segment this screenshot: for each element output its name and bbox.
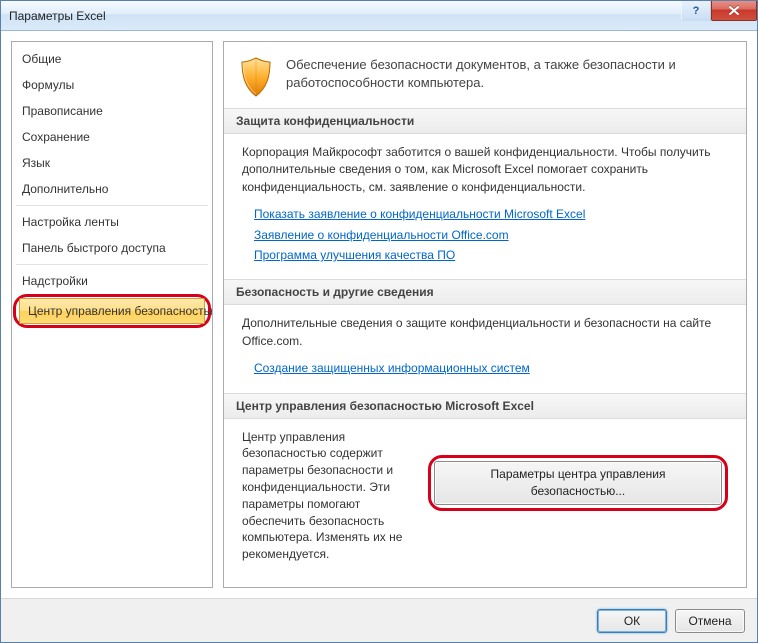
nav-general[interactable]: Общие: [12, 46, 212, 72]
nav-trust-center[interactable]: Центр управления безопасностью: [19, 298, 205, 324]
titlebar-controls: ?: [681, 1, 757, 21]
trust-button-wrap: Параметры центра управления безопасность…: [428, 429, 728, 512]
shield-icon: [238, 56, 274, 98]
section-header-security: Безопасность и другие сведения: [224, 279, 746, 305]
main-panel: Обеспечение безопасности документов, а т…: [223, 41, 747, 588]
dialog-window: Параметры Excel ? Общие Формулы Правопис…: [0, 0, 758, 643]
dialog-footer: ОК Отмена: [1, 598, 757, 642]
nav-language[interactable]: Язык: [12, 150, 212, 176]
hero-text: Обеспечение безопасности документов, а т…: [286, 56, 732, 91]
security-text: Дополнительные сведения о защите конфиде…: [242, 315, 728, 350]
trust-center-settings-button[interactable]: Параметры центра управления безопасность…: [434, 461, 722, 506]
privacy-links: Показать заявление о конфиденциальности …: [242, 206, 728, 264]
nav-formulas[interactable]: Формулы: [12, 72, 212, 98]
ok-button[interactable]: ОК: [597, 609, 667, 633]
link-trustworthy-computing[interactable]: Создание защищенных информационных систе…: [254, 360, 530, 377]
annotation-highlight-button: Параметры центра управления безопасность…: [428, 455, 728, 512]
nav-proofing[interactable]: Правописание: [12, 98, 212, 124]
privacy-text: Корпорация Майкрософт заботится о вашей …: [242, 144, 728, 196]
link-privacy-statement-excel[interactable]: Показать заявление о конфиденциальности …: [254, 206, 585, 223]
titlebar: Параметры Excel ?: [1, 1, 757, 31]
section-body-privacy: Корпорация Майкрософт заботится о вашей …: [224, 134, 746, 279]
help-icon: ?: [693, 5, 700, 17]
dialog-body: Общие Формулы Правописание Сохранение Яз…: [1, 31, 757, 598]
help-button[interactable]: ?: [681, 1, 711, 21]
trust-center-text: Центр управления безопасностью содержит …: [242, 429, 412, 563]
nav-divider: [16, 264, 208, 265]
close-icon: [728, 5, 740, 16]
section-header-trust-center: Центр управления безопасностью Microsoft…: [224, 393, 746, 419]
security-links: Создание защищенных информационных систе…: [242, 360, 728, 377]
category-sidebar: Общие Формулы Правописание Сохранение Яз…: [11, 41, 213, 588]
trust-row: Центр управления безопасностью содержит …: [242, 429, 728, 563]
link-privacy-statement-office[interactable]: Заявление о конфиденциальности Office.co…: [254, 227, 509, 244]
nav-advanced[interactable]: Дополнительно: [12, 176, 212, 202]
nav-divider: [16, 205, 208, 206]
hero-row: Обеспечение безопасности документов, а т…: [224, 42, 746, 108]
nav-customize-ribbon[interactable]: Настройка ленты: [12, 209, 212, 235]
close-button[interactable]: [711, 1, 757, 21]
section-body-security: Дополнительные сведения о защите конфиде…: [224, 305, 746, 392]
window-title: Параметры Excel: [9, 9, 106, 23]
nav-quick-access[interactable]: Панель быстрого доступа: [12, 235, 212, 261]
section-body-trust-center: Центр управления безопасностью содержит …: [224, 419, 746, 575]
nav-save[interactable]: Сохранение: [12, 124, 212, 150]
link-ceip[interactable]: Программа улучшения качества ПО: [254, 247, 455, 264]
nav-addins[interactable]: Надстройки: [12, 268, 212, 294]
annotation-highlight-nav: Центр управления безопасностью: [13, 294, 211, 328]
cancel-button[interactable]: Отмена: [675, 609, 745, 633]
section-header-privacy: Защита конфиденциальности: [224, 108, 746, 134]
